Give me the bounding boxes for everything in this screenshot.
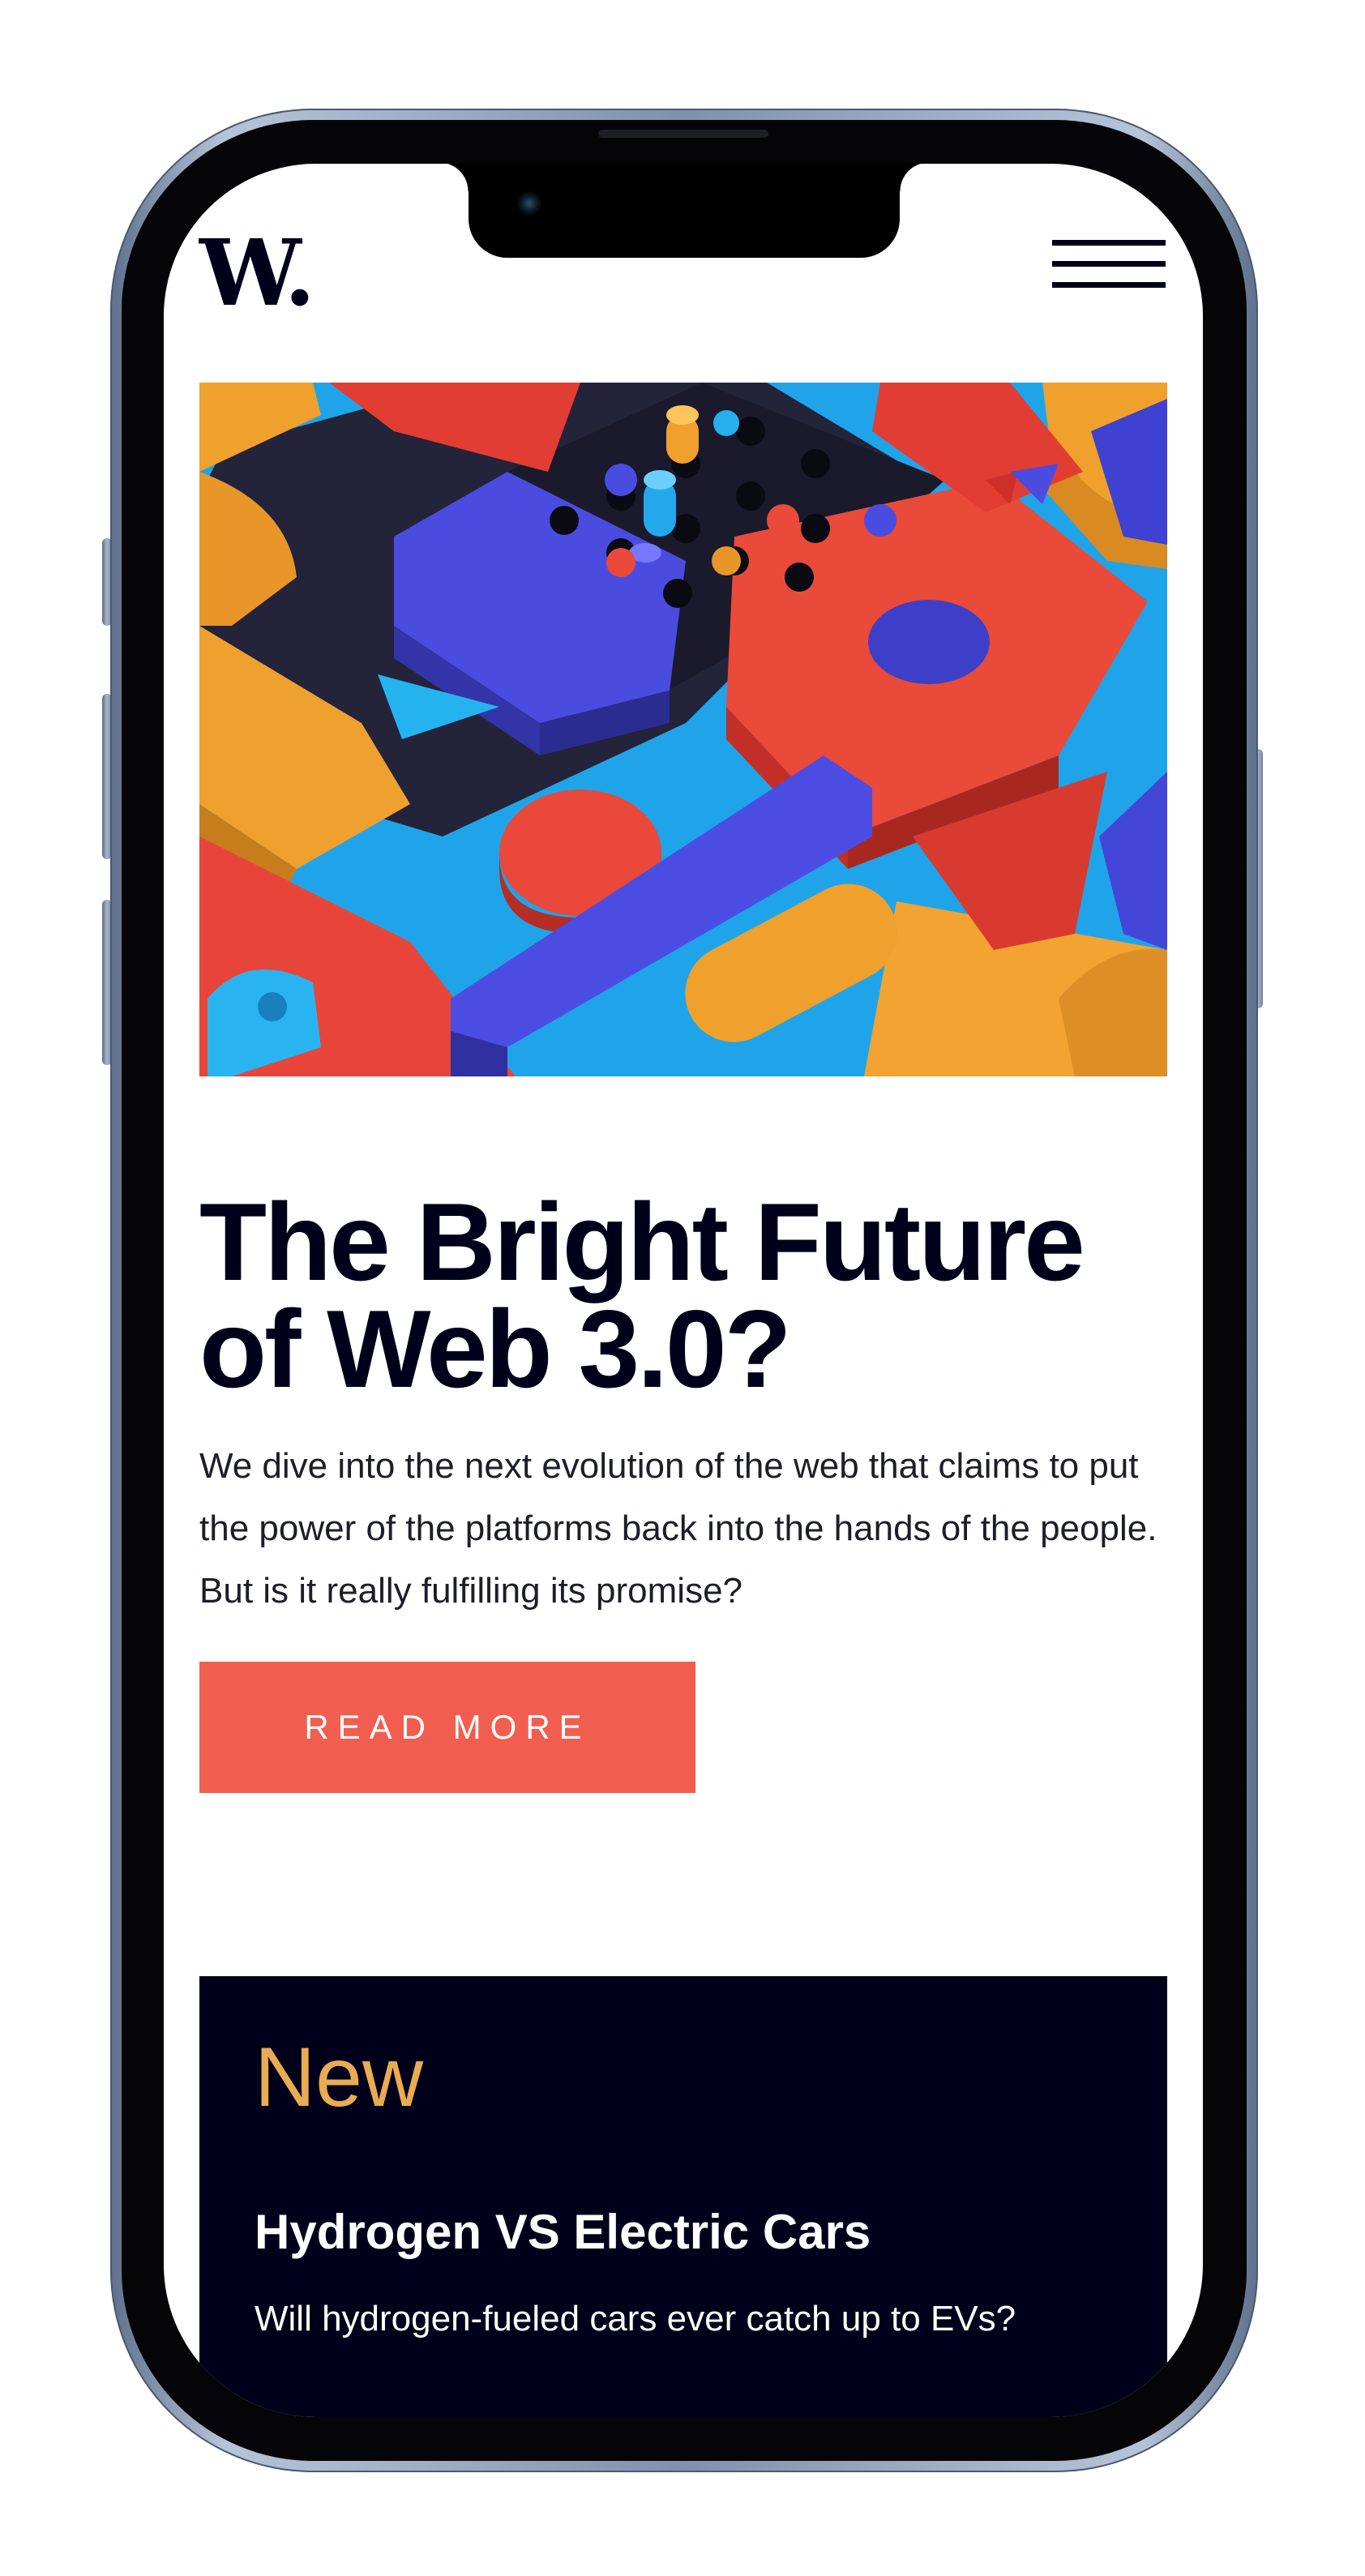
- menu-line-middle: [1052, 261, 1166, 267]
- page-stage: W. The Bright Future of Web 3.0? We dive…: [0, 0, 1365, 2576]
- menu-line-top: [1052, 240, 1166, 246]
- hero-illustration: [199, 383, 1167, 1076]
- site-logo[interactable]: W.: [199, 229, 315, 319]
- hero-image: [199, 383, 1167, 1076]
- front-camera-icon: [517, 191, 541, 216]
- phone-notch: [439, 164, 929, 258]
- new-section-title: New: [255, 2030, 424, 2125]
- phone-screen: W. The Bright Future of Web 3.0? We dive…: [164, 164, 1203, 2417]
- hero-description: We dive into the next evolution of the w…: [199, 1446, 1157, 1611]
- new-item-description: Will hydrogen-fueled cars ever catch up …: [255, 2299, 1016, 2339]
- new-articles-panel: New Hydrogen VS Electric Cars Will hydro…: [199, 1976, 1167, 2417]
- new-item-title[interactable]: Hydrogen VS Electric Cars: [255, 2203, 871, 2261]
- menu-line-bottom: [1052, 282, 1166, 288]
- read-more-button[interactable]: READ MORE: [199, 1662, 695, 1793]
- phone-speaker-grille: [598, 130, 768, 138]
- hero-headline: The Bright Future of Web 3.0?: [199, 1180, 1085, 1410]
- hamburger-menu-icon[interactable]: [1052, 240, 1166, 292]
